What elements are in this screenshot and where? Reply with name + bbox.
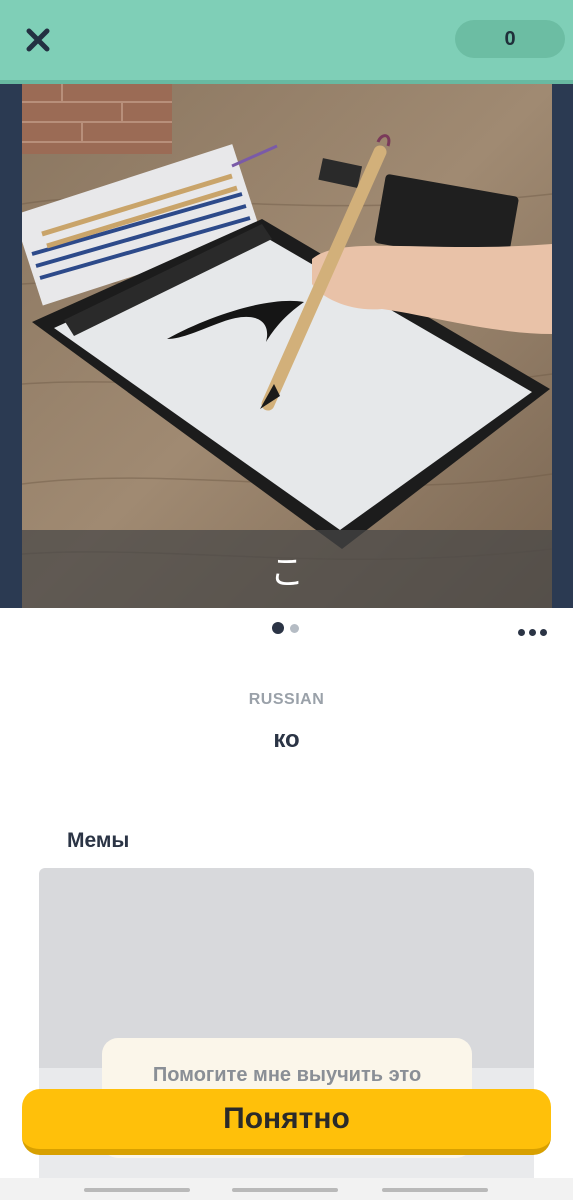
score-counter: 0 bbox=[455, 20, 565, 58]
help-learn-text: Помогите мне выучить это bbox=[152, 1064, 422, 1086]
language-label: RUSSIAN bbox=[248, 691, 325, 708]
pager-dots bbox=[272, 622, 299, 634]
nav-recents[interactable] bbox=[382, 1188, 488, 1192]
top-bar: 0 bbox=[0, 0, 573, 84]
nav-home[interactable] bbox=[232, 1188, 338, 1192]
more-options-button[interactable] bbox=[514, 620, 550, 644]
media-panel: こ bbox=[0, 84, 573, 608]
kana-caption: こ bbox=[22, 530, 552, 608]
more-dots-icon bbox=[517, 628, 525, 636]
translation-word: ко bbox=[273, 726, 300, 753]
close-button[interactable] bbox=[18, 20, 58, 60]
close-icon bbox=[26, 28, 50, 52]
pager-dot-active[interactable] bbox=[272, 622, 284, 634]
more-dots-icon bbox=[528, 628, 536, 636]
pager-dot[interactable] bbox=[290, 623, 299, 633]
nav-back[interactable] bbox=[84, 1188, 190, 1192]
calligraphy-video[interactable]: こ bbox=[22, 84, 552, 608]
memes-heading: Мемы bbox=[67, 829, 130, 852]
more-dots-icon bbox=[539, 628, 547, 636]
got-it-button[interactable]: Понятно bbox=[22, 1089, 551, 1155]
system-nav-bar bbox=[0, 1178, 573, 1200]
